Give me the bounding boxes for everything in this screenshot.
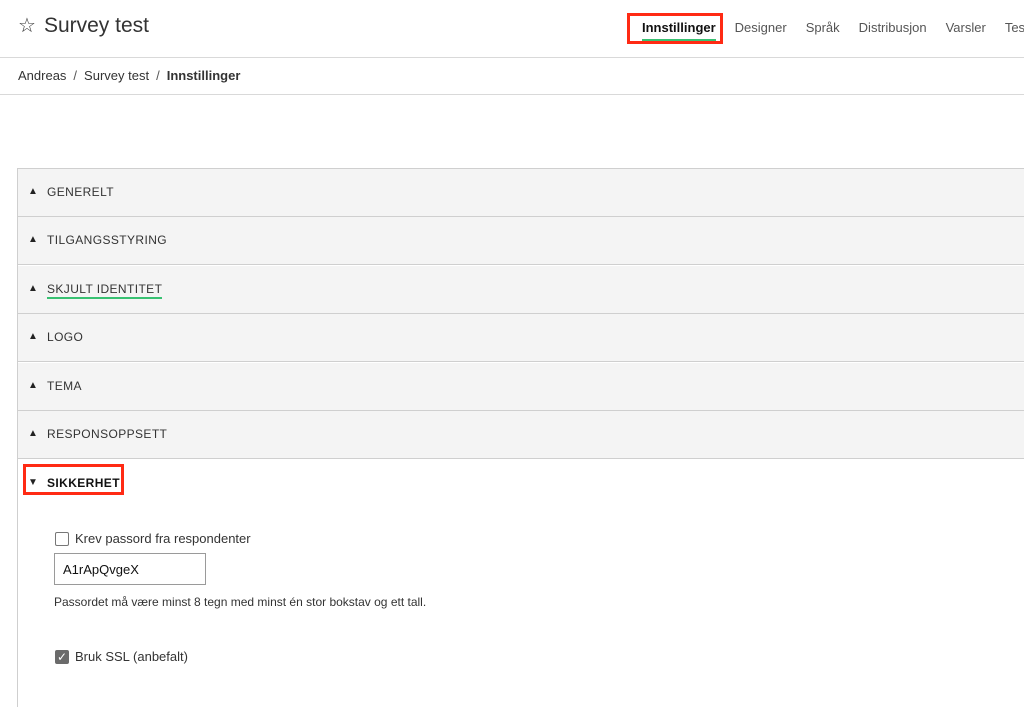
collapse-arrow-icon: ▲ — [28, 186, 38, 197]
breadcrumb-separator: / — [73, 68, 78, 83]
section-label: SKJULT IDENTITET — [47, 282, 163, 299]
collapse-arrow-icon: ▲ — [28, 380, 38, 391]
title-area: ☆ Survey test — [18, 12, 149, 40]
collapse-arrow-icon: ▲ — [28, 283, 38, 294]
section-label: GENERELT — [47, 185, 114, 199]
require-password-checkbox[interactable] — [55, 532, 69, 546]
section-tema[interactable]: ▲ TEMA — [18, 363, 1024, 411]
section-sikkerhet[interactable]: ▼ SIKKERHET — [18, 460, 1024, 508]
breadcrumb-separator: / — [156, 68, 160, 83]
page-title: Survey test — [43, 14, 149, 37]
tab-varsler[interactable]: Varsler — [946, 19, 986, 36]
highlight-box-nav — [627, 13, 723, 44]
section-generelt[interactable]: ▲ GENERELT — [18, 169, 1024, 217]
collapse-arrow-icon: ▲ — [28, 234, 38, 245]
settings-panel: ▲ GENERELT ▲ TILGANGSSTYRING ▲ SKJULT ID… — [17, 168, 1024, 707]
tab-distribusjon[interactable]: Distribusjon — [859, 19, 927, 36]
section-skjult-identitet[interactable]: ▲ SKJULT IDENTITET — [18, 266, 1024, 314]
breadcrumb-item-survey[interactable]: Survey test — [84, 68, 149, 83]
breadcrumb-item-andreas[interactable]: Andreas — [18, 68, 66, 83]
breadcrumb: Andreas / Survey test / Innstillinger — [0, 57, 1024, 95]
section-label: LOGO — [47, 330, 84, 344]
app-header: ☆ Survey test Innstillinger Designer Spr… — [0, 0, 1024, 58]
section-label: TILGANGSSTYRING — [47, 233, 168, 247]
collapse-arrow-icon: ▲ — [28, 331, 38, 342]
highlight-box-section — [23, 464, 124, 495]
collapse-arrow-icon: ▲ — [28, 428, 38, 439]
password-hint: Passordet må være minst 8 tegn med minst… — [54, 595, 427, 609]
section-label: TEMA — [47, 379, 82, 393]
section-tilgangsstyring[interactable]: ▲ TILGANGSSTYRING — [18, 217, 1024, 265]
favorite-star-icon[interactable]: ☆ — [18, 12, 36, 40]
tab-sprak[interactable]: Språk — [806, 19, 840, 36]
section-logo[interactable]: ▲ LOGO — [18, 314, 1024, 362]
tab-test[interactable]: Test — [1005, 19, 1024, 36]
require-password-label[interactable]: Krev passord fra respondenter — [75, 531, 251, 546]
ssl-label[interactable]: Bruk SSL (anbefalt) — [75, 649, 188, 664]
tab-designer[interactable]: Designer — [735, 19, 787, 36]
section-label: RESPONSOPPSETT — [47, 427, 168, 441]
password-input[interactable] — [54, 553, 206, 585]
section-responsoppsett[interactable]: ▲ RESPONSOPPSETT — [18, 411, 1024, 459]
ssl-checkbox[interactable]: ✓ — [55, 650, 69, 664]
breadcrumb-item-current: Innstillinger — [166, 68, 241, 83]
